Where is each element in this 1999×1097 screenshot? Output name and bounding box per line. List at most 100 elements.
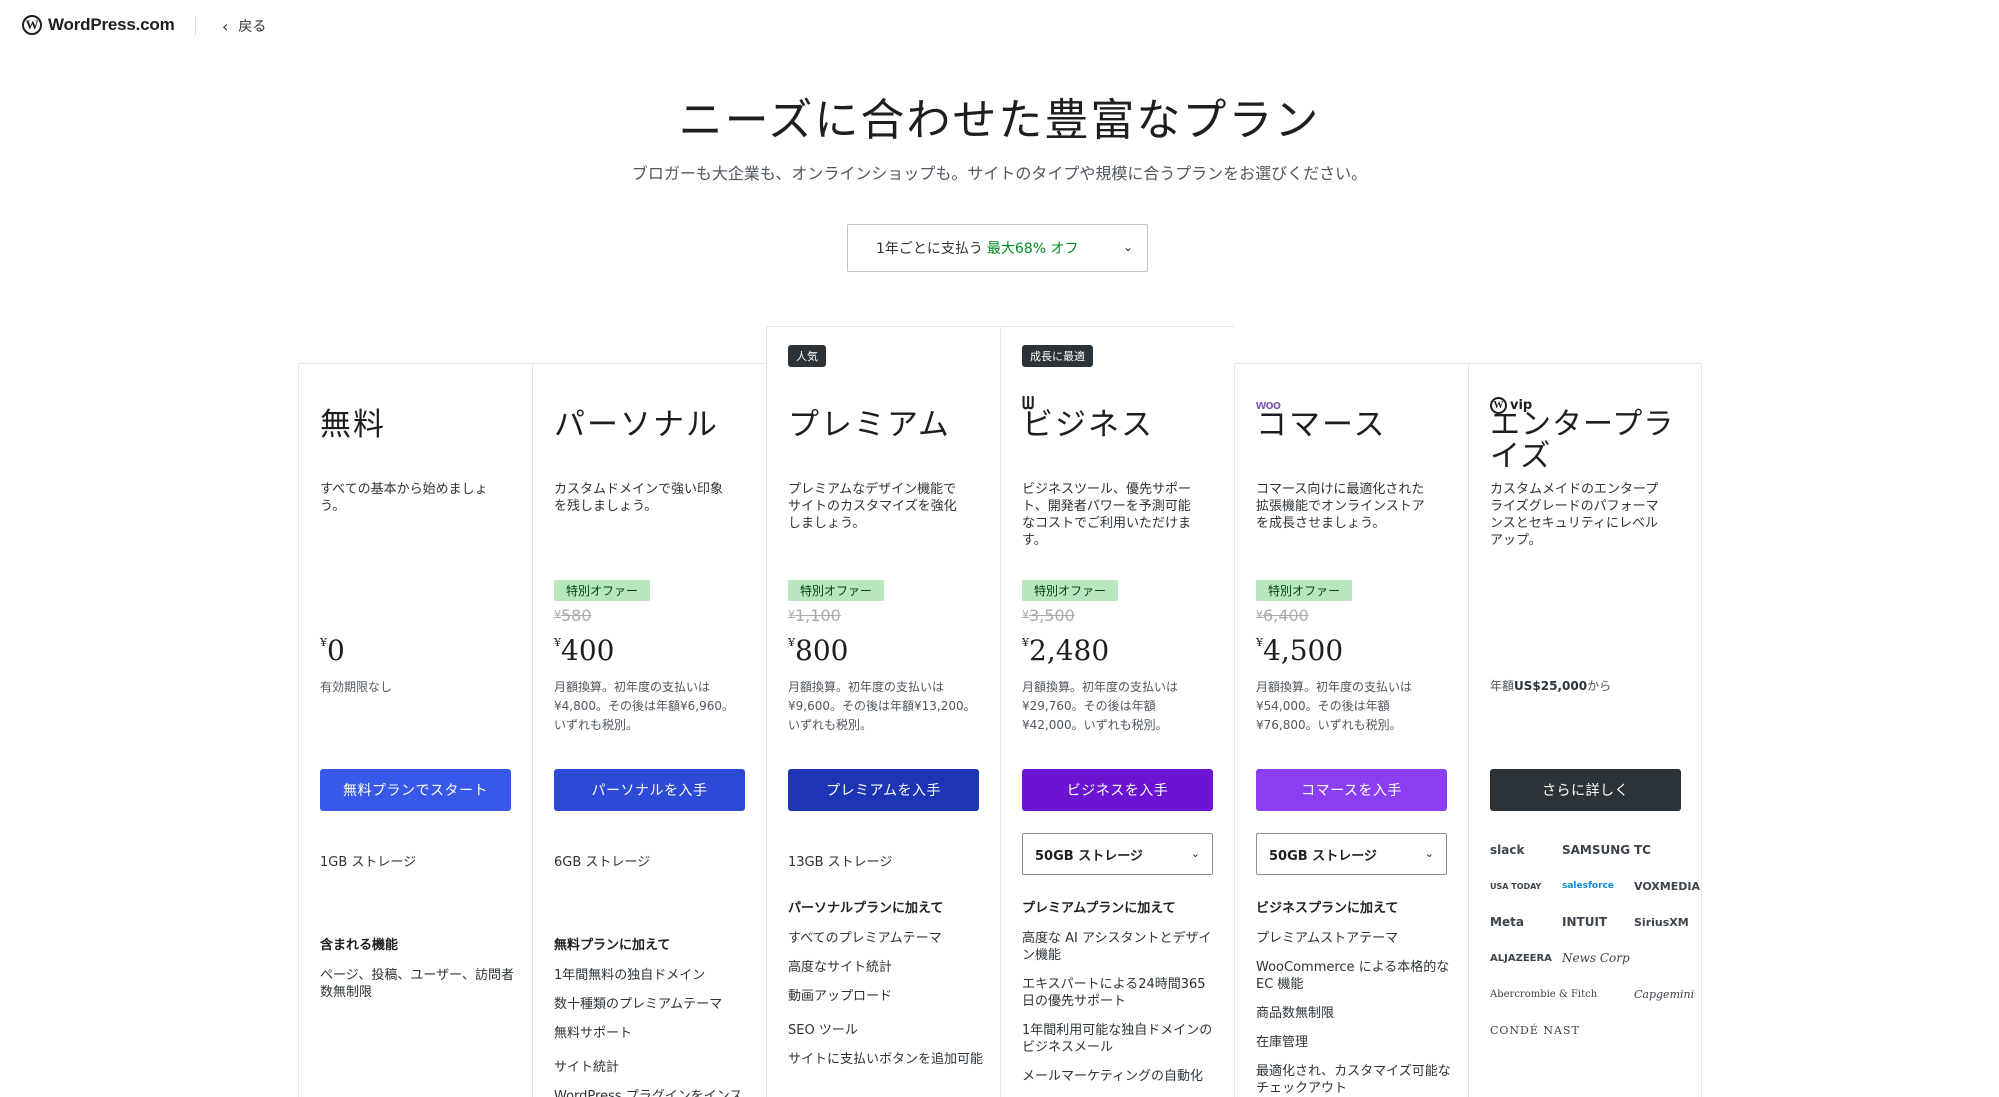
- storage-label: 6GB ストレージ: [554, 855, 651, 870]
- plan-price: ¥2,480: [1022, 634, 1110, 667]
- plan-description: ビジネスツール、優先サポート、開発者パワーを予測可能なコストでご利用いただけます…: [1022, 482, 1192, 548]
- feature-item: 1年間無料の独自ドメイン: [554, 968, 706, 983]
- page-title: ニーズに合わせた豊富なプラン: [678, 95, 1321, 146]
- plan-price: ¥400: [554, 634, 615, 667]
- plan-card-personal: パーソナル カスタムドメインで強い印象を残しましょう。 特別オファー ¥580 …: [532, 363, 766, 1097]
- siriusxm-logo-icon: SiriusXM: [1634, 915, 1689, 929]
- storage-select-value: 50GB ストレージ: [1269, 848, 1377, 864]
- get-premium-button[interactable]: プレミアムを入手: [788, 769, 979, 811]
- chevron-left-icon: ‹: [222, 16, 229, 36]
- special-offer-badge: 特別オファー: [1022, 580, 1119, 601]
- features-heading: ビジネスプランに加えて: [1256, 901, 1399, 916]
- storage-label: 1GB ストレージ: [320, 855, 417, 870]
- plan-price: ¥0: [320, 634, 345, 667]
- plan-card-enterprise: Wvip エンタープライズ カスタムメイドのエンタープライズグレードのパフォーマ…: [1468, 363, 1702, 1097]
- price-note: 月額換算。初年度の支払いは¥29,760。その後は年額¥42,000。いずれも税…: [1022, 680, 1179, 732]
- features-heading: 無料プランに加えて: [554, 938, 671, 953]
- wordpress-icon: W: [22, 15, 42, 35]
- feature-list: 含まれる機能 ページ、投稿、ユーザー、訪問者数無制限: [320, 934, 515, 1013]
- plan-card-free: 無料 すべての基本から始めましょう。 ¥0 有効期限なし 無料プランでスタート …: [298, 363, 532, 1097]
- feature-item: サイトに支払いボタンを追加可能: [788, 1052, 984, 1067]
- special-offer-badge: 特別オファー: [1256, 580, 1353, 601]
- learn-more-button[interactable]: さらに詳しく: [1490, 769, 1681, 811]
- wordpress-logo[interactable]: W WordPress.com: [22, 15, 175, 35]
- plan-description: プレミアムなデザイン機能でサイトのカスタマイズを強化しましょう。: [788, 482, 957, 531]
- feature-item: 数十種類のプレミアムテーマ: [554, 997, 723, 1012]
- usa-today-logo-icon: USA TODAY: [1490, 881, 1542, 891]
- get-business-button[interactable]: ビジネスを入手: [1022, 769, 1213, 811]
- feature-item: SEO ツール: [788, 1023, 858, 1038]
- feature-list: プレミアムプランに加えて 高度な AI アシスタントとデザイン機能 エキスパート…: [1022, 897, 1217, 1097]
- feature-item: WordPress プラグインをインストール可能: [554, 1089, 743, 1097]
- storage-label: 13GB ストレージ: [788, 855, 893, 870]
- feature-item: WooCommerce による本格的な EC 機能: [1256, 960, 1450, 992]
- salesforce-logo-icon: salesforce: [1562, 881, 1614, 891]
- samsung-logo-icon: SAMSUNG: [1562, 843, 1631, 857]
- storage-select[interactable]: 50GB ストレージ ⌄: [1256, 833, 1447, 875]
- plan-name: コマース: [1256, 407, 1387, 443]
- popular-badge: 人気: [788, 345, 826, 367]
- billing-period-select[interactable]: 1年ごとに支払う 最大68% オフ ⌄: [847, 224, 1148, 272]
- plan-card-premium: 人気 プレミアム プレミアムなデザイン機能でサイトのカスタマイズを強化しましょう…: [766, 326, 1000, 1097]
- capgemini-logo-icon: Capgemini: [1634, 987, 1695, 1001]
- features-heading: 含まれる機能: [320, 938, 399, 953]
- intuit-logo-icon: INTUIT: [1562, 915, 1608, 929]
- meta-logo-icon: Meta: [1490, 915, 1524, 929]
- feature-item: メールマーケティングの自動化: [1022, 1069, 1203, 1084]
- feature-item: 高度なサイト統計: [788, 960, 893, 975]
- original-price: ¥3,500: [1022, 606, 1075, 625]
- plan-card-business: 成長に最適 ᗯ ビジネス ビジネスツール、優先サポート、開発者パワーを予測可能な…: [1000, 326, 1234, 1097]
- chevron-down-icon: ⌄: [1122, 240, 1133, 254]
- feature-list: ビジネスプランに加えて プレミアムストアテーマ WooCommerce による本…: [1256, 897, 1451, 1097]
- features-heading: パーソナルプランに加えて: [788, 901, 944, 916]
- get-commerce-button[interactable]: コマースを入手: [1256, 769, 1447, 811]
- plan-name: プレミアム: [788, 407, 951, 443]
- plans-grid: 無料 すべての基本から始めましょう。 ¥0 有効期限なし 無料プランでスタート …: [298, 326, 1702, 1097]
- slack-logo-icon: slack: [1490, 843, 1525, 857]
- start-free-button[interactable]: 無料プランでスタート: [320, 769, 511, 811]
- feature-item: 在庫管理: [1256, 1035, 1309, 1050]
- plan-price: ¥4,500: [1256, 634, 1344, 667]
- logo-text: WordPress.com: [48, 15, 175, 34]
- original-price: ¥1,100: [788, 606, 841, 625]
- feature-item: 商品数無制限: [1256, 1006, 1335, 1021]
- client-logos: slack SAMSUNG TC USA TODAY salesforce VO…: [1490, 840, 1700, 1040]
- plan-description: コマース向けに最適化された拡張機能でオンラインストアを成長させましょう。: [1256, 482, 1425, 531]
- special-offer-badge: 特別オファー: [788, 580, 885, 601]
- storage-select-value: 50GB ストレージ: [1035, 848, 1143, 864]
- feature-item: 1年間利用可能な独自ドメインのビジネスメール: [1022, 1023, 1213, 1055]
- plan-name: ビジネス: [1022, 407, 1154, 443]
- page-subtitle: ブロガーも大企業も、オンラインショップも。サイトのタイプや規模に合うプランをお選…: [631, 164, 1368, 183]
- price-note: 月額換算。初年度の支払いは¥54,000。その後は年額¥76,800。いずれも税…: [1256, 680, 1413, 732]
- feature-item: サイト統計: [554, 1060, 620, 1075]
- plan-description: カスタムドメインで強い印象を残しましょう。: [554, 482, 724, 514]
- billing-label: 1年ごとに支払う: [876, 241, 983, 257]
- plan-description: カスタムメイドのエンタープライズグレードのパフォーマンスとセキュリティにレベルア…: [1490, 482, 1659, 548]
- feature-list: パーソナルプランに加えて すべてのプレミアムテーマ 高度なサイト統計 動画アップ…: [788, 897, 983, 1080]
- feature-item: エキスパートによる24時間365日の優先サポート: [1022, 977, 1206, 1009]
- top-bar: W WordPress.com ‹ 戻る: [0, 0, 1999, 52]
- feature-item: 動画アップロード: [788, 989, 893, 1004]
- price-note: 月額換算。初年度の支払いは¥4,800。その後は年額¥6,960。いずれも税別。: [554, 680, 734, 732]
- price-note: 月額換算。初年度の支払いは¥9,600。その後は年額¥13,200。いずれも税別…: [788, 680, 976, 732]
- features-heading: プレミアムプランに加えて: [1022, 901, 1176, 916]
- back-button[interactable]: ‹ 戻る: [222, 16, 266, 36]
- original-price: ¥6,400: [1256, 606, 1309, 625]
- special-offer-badge: 特別オファー: [554, 580, 651, 601]
- header-divider: [195, 17, 196, 35]
- feature-item: ページ、投稿、ユーザー、訪問者数無制限: [320, 968, 514, 1000]
- best-for-growth-badge: 成長に最適: [1022, 345, 1093, 367]
- feature-item: 無料サポート: [554, 1026, 633, 1041]
- storage-select[interactable]: 50GB ストレージ ⌄: [1022, 833, 1213, 875]
- get-personal-button[interactable]: パーソナルを入手: [554, 769, 745, 811]
- feature-item: 高度な AI アシスタントとデザイン機能: [1022, 931, 1212, 963]
- aljazeera-logo-icon: ALJAZEERA: [1490, 952, 1552, 964]
- newscorp-logo-icon: News Corp: [1562, 951, 1630, 965]
- feature-item: 最適化され、カスタマイズ可能なチェックアウト: [1256, 1064, 1451, 1096]
- feature-list: 無料プランに加えて 1年間無料の独自ドメイン 数十種類のプレミアムテーマ 無料サ…: [554, 934, 749, 1097]
- feature-item: すべてのプレミアムテーマ: [788, 931, 942, 946]
- billing-savings: 最大68% オフ: [986, 241, 1079, 257]
- plan-description: すべての基本から始めましょう。: [320, 482, 488, 514]
- voxmedia-logo-icon: VOXMEDIA: [1634, 879, 1700, 893]
- price-note: 年額US$25,000から: [1490, 679, 1612, 693]
